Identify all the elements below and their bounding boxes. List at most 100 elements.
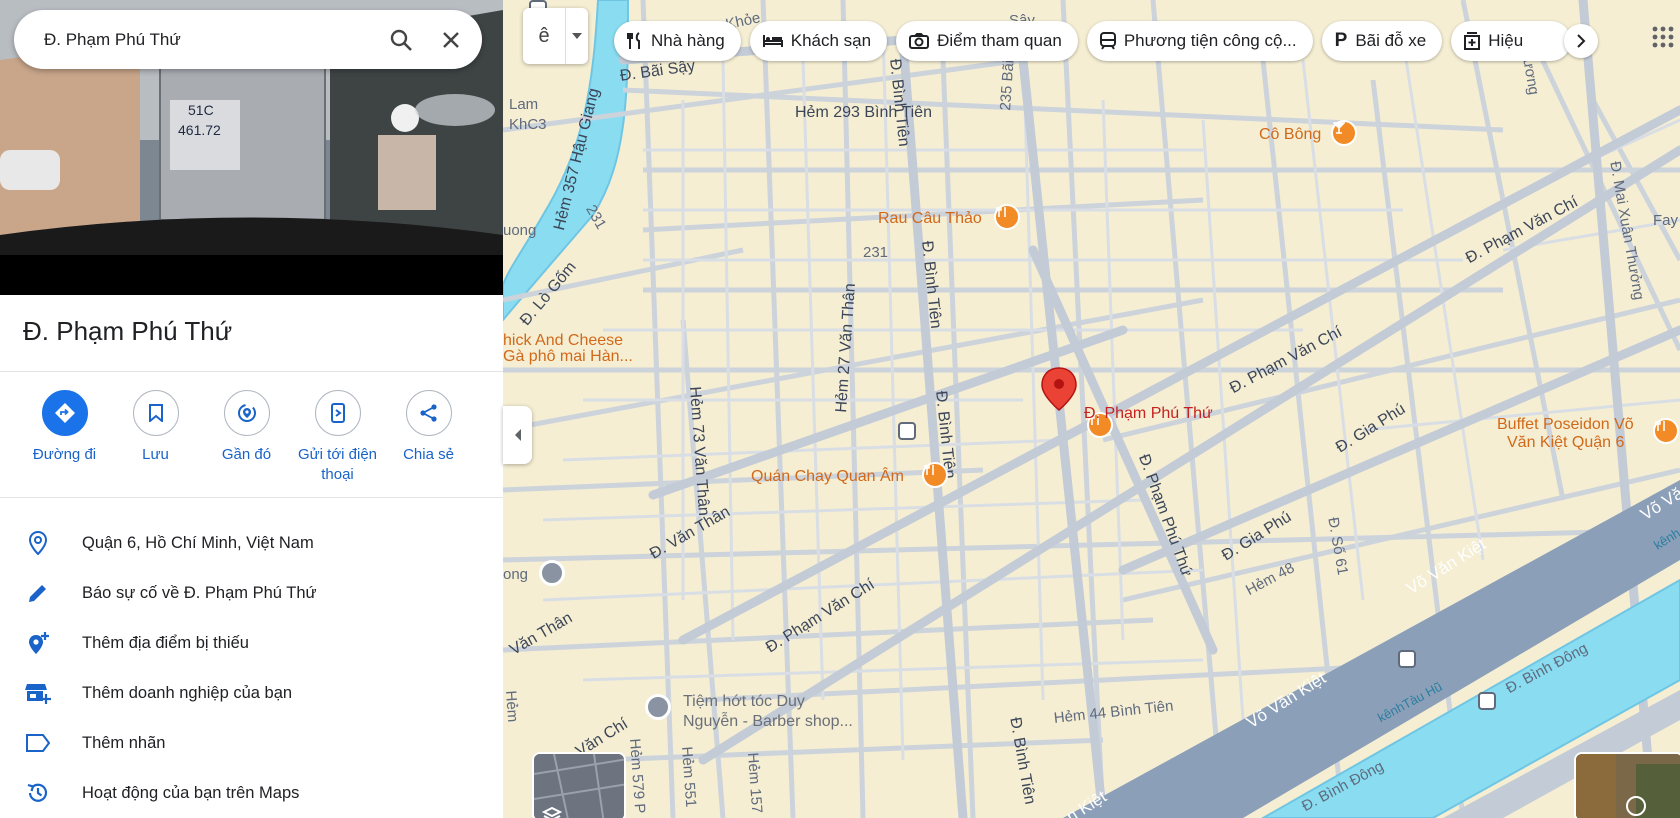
area-label-fay: Fay (1653, 212, 1679, 229)
pharmacy-icon (1464, 32, 1481, 50)
camera-icon (909, 33, 930, 49)
pencil-icon (24, 579, 52, 607)
selected-place-pin[interactable] (1041, 367, 1077, 411)
info-add-label[interactable]: Thêm nhãn (0, 718, 503, 768)
chip-label: Khách sạn (790, 31, 872, 50)
street-label-235: 235 Bãi (997, 59, 1018, 112)
info-text: Hoạt động của bạn trên Maps (82, 783, 300, 802)
area-label-khc3: KhC3 (509, 116, 547, 133)
poi-rau-cau-thao[interactable]: Rau Câu Thảo (878, 210, 982, 228)
hotel-icon (762, 34, 783, 48)
chip-attractions[interactable]: Điểm tham quan (896, 21, 1078, 61)
info-text: Báo sự cố về Đ. Phạm Phú Thứ (82, 583, 317, 602)
label-icon (24, 729, 52, 757)
send-to-phone-icon (314, 390, 361, 436)
restaurant-pin-icon[interactable] (1653, 418, 1679, 444)
map-canvas[interactable]: Đ. Bãi Sậy Hẻm 293 Bình Tiên Hẻm 357 Hậu… (503, 0, 1680, 818)
action-label: Đường đi (32, 446, 97, 463)
location-pin-icon (24, 529, 52, 557)
close-icon[interactable] (426, 10, 476, 69)
share-button[interactable]: Chia sẻ (383, 390, 474, 485)
info-report-issue[interactable]: Báo sự cố về Đ. Phạm Phú Thứ (0, 568, 503, 618)
chip-label: Hiệu (1488, 31, 1524, 50)
chip-restaurants[interactable]: Nhà hàng (614, 21, 741, 61)
maps-app: Đ. Bãi Sậy Hẻm 293 Bình Tiên Hẻm 357 Hậu… (0, 0, 1680, 818)
chevron-down-icon[interactable] (565, 8, 587, 64)
restaurant-icon (627, 32, 643, 50)
nearby-icon (223, 390, 270, 436)
search-input[interactable]: Đ. Phạm Phú Thứ (44, 30, 376, 50)
search-icon[interactable] (376, 10, 426, 69)
share-icon (405, 390, 452, 436)
poi-chick-and-cheese-sub: Gà phô mai Hàn... (503, 348, 633, 365)
chip-label: Điểm tham quan (937, 31, 1062, 50)
license-plate-line2: 461.72 (178, 122, 221, 138)
add-business-icon (24, 679, 52, 707)
bookmark-icon (132, 390, 179, 436)
place-panel: 51C 461.72 Đ. Phạm Phú Thứ Đ. Phạm Phú T… (0, 0, 503, 818)
layer-toggle-button[interactable]: ê (523, 8, 588, 64)
action-label: Lưu (142, 446, 169, 463)
info-text: Quận 6, Hồ Chí Minh, Việt Nam (82, 533, 314, 552)
satellite-layer-thumbnail[interactable] (532, 752, 626, 818)
street-view-icon (1576, 754, 1680, 818)
layer-label: ê (538, 24, 550, 47)
bar-icon[interactable] (1331, 120, 1357, 146)
save-button[interactable]: Lưu (110, 390, 201, 485)
chevron-left-icon (514, 429, 521, 441)
info-text: Thêm doanh nghiệp của bạn (82, 683, 293, 702)
chip-transit[interactable]: Phương tiện công cộ... (1086, 21, 1313, 61)
divider (0, 497, 503, 498)
divider (0, 371, 503, 372)
barber-icon[interactable] (645, 694, 671, 720)
chip-label: Phương tiện công cộ... (1123, 31, 1297, 50)
info-add-business[interactable]: Thêm doanh nghiệp của bạn (0, 668, 503, 718)
bus-stop-icon[interactable] (898, 422, 916, 440)
street-label-hem-293: Hẻm 293 Bình Tiên (795, 104, 932, 121)
action-buttons: Đường đi Lưu Gần đó Gửi tới điện thoại C… (19, 390, 489, 485)
category-chips: Nhà hàng Khách sạn Điểm tham quan Phương… (614, 21, 1580, 61)
chevron-right-icon[interactable] (1564, 24, 1598, 58)
chip-label: Nhà hàng (651, 31, 725, 50)
info-list: Quận 6, Hồ Chí Minh, Việt Nam Báo sự cố … (0, 518, 503, 818)
info-activity[interactable]: Hoạt động của bạn trên Maps (0, 768, 503, 818)
selected-place-label[interactable]: Đ. Phạm Phú Thứ (1084, 405, 1213, 423)
chip-pharmacy[interactable]: Hiệu (1451, 21, 1572, 61)
action-label: Gần đó (221, 446, 272, 463)
poi-tiem-hot-toc[interactable]: Tiệm hớt tóc Duy (683, 692, 805, 711)
place-title: Đ. Phạm Phú Thứ (23, 316, 233, 346)
chip-parking[interactable]: P Bãi đỗ xe (1321, 21, 1443, 61)
history-icon (24, 779, 52, 807)
info-add-place[interactable]: Thêm địa điểm bị thiếu (0, 618, 503, 668)
add-place-icon (24, 629, 52, 657)
bus-stop-icon[interactable] (1398, 650, 1416, 668)
place-dot-icon[interactable] (539, 560, 565, 586)
poi-co-bong[interactable]: Cô Bông (1259, 126, 1321, 144)
send-to-phone-button[interactable]: Gửi tới điện thoại (292, 390, 383, 485)
search-box[interactable]: Đ. Phạm Phú Thứ (14, 10, 482, 69)
parking-icon: P (1334, 30, 1348, 51)
action-label: Chia sẻ (403, 446, 454, 463)
info-text: Thêm địa điểm bị thiếu (82, 633, 249, 652)
apps-grid-icon[interactable] (1652, 26, 1674, 48)
area-label-uong: uong (503, 222, 537, 239)
street-view-thumbnail[interactable] (1574, 752, 1680, 818)
poi-quan-chay-quan-am[interactable]: Quán Chay Quan Âm (751, 468, 904, 486)
chip-label: Bãi đỗ xe (1355, 31, 1427, 50)
poi-tiem-hot-toc-sub: Nguyễn - Barber shop... (683, 713, 853, 730)
street-label-231b: 231 (863, 244, 889, 261)
restaurant-pin-icon[interactable] (922, 462, 948, 488)
street-label-hem-l: Hẻm (503, 690, 522, 723)
poi-buffet-poseidon[interactable]: Buffet Poseidon Võ (1497, 416, 1634, 434)
bus-stop-icon[interactable] (1478, 692, 1496, 710)
info-address[interactable]: Quận 6, Hồ Chí Minh, Việt Nam (0, 518, 503, 568)
info-text: Thêm nhãn (82, 733, 166, 752)
nearby-button[interactable]: Gần đó (201, 390, 292, 485)
transit-icon (1099, 32, 1116, 50)
directions-button[interactable]: Đường đi (19, 390, 110, 485)
area-label-lam: Lam (509, 96, 539, 113)
restaurant-pin-icon[interactable] (994, 204, 1020, 230)
collapse-panel-button[interactable] (503, 406, 532, 464)
layers-icon (534, 754, 624, 818)
chip-hotels[interactable]: Khách sạn (749, 21, 888, 61)
